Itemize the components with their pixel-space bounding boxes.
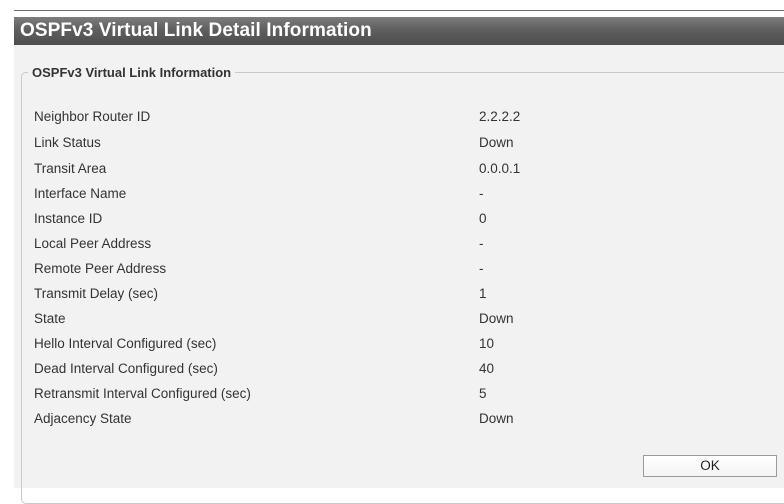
- row-label: Adjacency State: [34, 411, 132, 426]
- row-label: Local Peer Address: [34, 236, 152, 251]
- info-row-dead-interval: Dead Interval Configured (sec) 40: [34, 357, 734, 381]
- row-label: Retransmit Interval Configured (sec): [34, 386, 251, 401]
- info-row-transmit-delay: Transmit Delay (sec) 1: [34, 282, 734, 306]
- row-label: Instance ID: [34, 211, 103, 226]
- row-label: Interface Name: [34, 186, 127, 201]
- dialog-window: OSPFv3 Virtual Link Detail Information O…: [0, 0, 784, 504]
- row-value: -: [479, 236, 484, 251]
- row-value: Down: [479, 135, 514, 150]
- top-divider: [14, 10, 784, 11]
- row-label: Dead Interval Configured (sec): [34, 361, 218, 376]
- row-value: Down: [479, 411, 514, 426]
- row-label: Hello Interval Configured (sec): [34, 336, 217, 351]
- row-value: 1: [479, 286, 487, 301]
- row-value: 2.2.2.2: [479, 109, 521, 124]
- info-row-state: State Down: [34, 307, 734, 331]
- info-row-instance-id: Instance ID 0: [34, 207, 734, 231]
- row-value: 0.0.0.1: [479, 161, 521, 176]
- info-row-remote-peer-address: Remote Peer Address -: [34, 257, 734, 281]
- row-value: 40: [479, 361, 495, 376]
- info-row-link-status: Link Status Down: [34, 131, 734, 155]
- info-row-local-peer-address: Local Peer Address -: [34, 232, 734, 256]
- row-value: -: [479, 186, 484, 201]
- row-label: Remote Peer Address: [34, 261, 167, 276]
- row-label: Transit Area: [34, 161, 107, 176]
- row-label: Neighbor Router ID: [34, 109, 151, 124]
- ok-button[interactable]: OK: [643, 455, 777, 477]
- row-label: State: [34, 311, 66, 326]
- info-row-retransmit-interval: Retransmit Interval Configured (sec) 5: [34, 382, 734, 406]
- info-row-neighbor-router-id: Neighbor Router ID 2.2.2.2: [34, 105, 734, 129]
- row-label: Transmit Delay (sec): [34, 286, 159, 301]
- row-value: 5: [479, 386, 487, 401]
- row-value: Down: [479, 311, 514, 326]
- row-value: 10: [479, 336, 495, 351]
- row-value: 0: [479, 211, 487, 226]
- info-row-adjacency-state: Adjacency State Down: [34, 407, 734, 431]
- dialog-title: OSPFv3 Virtual Link Detail Information: [14, 17, 784, 45]
- row-value: -: [479, 261, 484, 276]
- info-row-interface-name: Interface Name -: [34, 182, 734, 206]
- section-title: OSPFv3 Virtual Link Information: [28, 64, 236, 81]
- info-row-transit-area: Transit Area 0.0.0.1: [34, 157, 734, 181]
- info-row-hello-interval: Hello Interval Configured (sec) 10: [34, 332, 734, 356]
- row-label: Link Status: [34, 135, 101, 150]
